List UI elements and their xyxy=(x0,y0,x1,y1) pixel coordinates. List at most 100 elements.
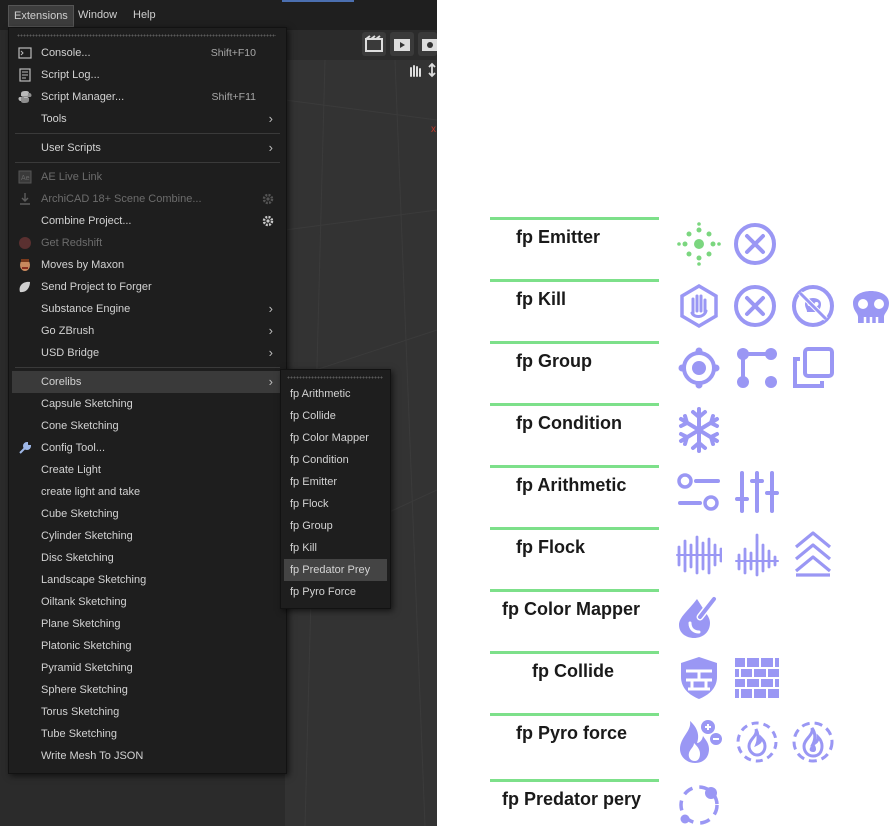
render-settings-button[interactable] xyxy=(418,32,437,56)
menu-tearoff-grip[interactable] xyxy=(287,376,383,379)
gear-icon[interactable] xyxy=(261,192,275,206)
menu-item-label: Moves by Maxon xyxy=(41,259,125,271)
menu-item-archicad-combine[interactable]: ArchiCAD 18+ Scene Combine... xyxy=(9,188,286,210)
menu-separator xyxy=(15,133,280,134)
menu-item-ae-live-link[interactable]: Ae AE Live Link xyxy=(9,166,286,188)
submenu-item-fp-collide[interactable]: fp Collide xyxy=(284,405,387,427)
menu-item-moves-by-maxon[interactable]: Moves by Maxon xyxy=(9,254,286,276)
menu-item-combine-project[interactable]: Combine Project... xyxy=(9,210,286,232)
submenu-item-fp-color-mapper[interactable]: fp Color Mapper xyxy=(284,427,387,449)
submenu-item-fp-group[interactable]: fp Group xyxy=(284,515,387,537)
menu-item-label: Send Project to Forger xyxy=(41,281,152,293)
menu-item-substance-engine[interactable]: Substance Engine › xyxy=(9,298,286,320)
submenu-item-fp-kill[interactable]: fp Kill xyxy=(284,537,387,559)
menu-item-label: Go ZBrush xyxy=(41,325,95,337)
menu-item-label: Disc Sketching xyxy=(41,552,114,564)
submenu-item-fp-flock[interactable]: fp Flock xyxy=(284,493,387,515)
submenu-item-fp-emitter[interactable]: fp Emitter xyxy=(284,471,387,493)
legend-label: fp Collide xyxy=(532,661,614,681)
menu-item-console[interactable]: Console... Shift+F10 xyxy=(9,42,286,64)
menu-item-label: Create Light xyxy=(41,464,101,476)
extensions-menu: Console... Shift+F10 Script Log... Scrip… xyxy=(8,27,287,774)
menu-item-label: Config Tool... xyxy=(41,442,106,454)
clapper-gear-icon xyxy=(422,39,437,51)
submenu-item-fp-condition[interactable]: fp Condition xyxy=(284,449,387,471)
menu-item-get-redshift[interactable]: Get Redshift xyxy=(9,232,286,254)
legend-row-collide: fp Collide xyxy=(490,651,896,713)
menu-item-label: User Scripts xyxy=(41,142,101,154)
menu-item-config-tool[interactable]: Config Tool... xyxy=(9,437,286,459)
moves-face-icon xyxy=(20,259,30,271)
redshift-icon xyxy=(19,237,31,249)
legend-row-pyro-force: fp Pyro force xyxy=(490,713,896,775)
svg-text:Ae: Ae xyxy=(21,175,30,182)
menu-tearoff-grip[interactable] xyxy=(17,34,276,37)
menu-item-label: Plane Sketching xyxy=(41,618,121,630)
menu-item-send-to-forger[interactable]: Send Project to Forger xyxy=(9,276,286,298)
legend-label: fp Condition xyxy=(516,413,622,433)
pan-move-icons[interactable] xyxy=(406,62,436,78)
menu-item-cone-sketching[interactable]: Cone Sketching xyxy=(9,415,286,437)
wrench-icon xyxy=(19,441,32,454)
flame-dashed-icon xyxy=(736,721,778,763)
menu-item-label: Platonic Sketching xyxy=(41,640,132,652)
legend-label: fp Emitter xyxy=(516,227,601,247)
submenu-item-fp-predator-prey[interactable]: fp Predator Prey xyxy=(284,559,387,581)
menu-item-usd-bridge[interactable]: USD Bridge › xyxy=(9,342,286,364)
legend-row-group: fp Group xyxy=(490,341,896,403)
menu-item-capsule-sketching[interactable]: Capsule Sketching xyxy=(9,393,286,415)
menu-separator xyxy=(15,367,280,368)
menu-item-corelibs[interactable]: Corelibs › xyxy=(12,371,283,393)
menu-item-create-light[interactable]: Create Light xyxy=(9,459,286,481)
menu-item-oiltank-sketching[interactable]: Oiltank Sketching xyxy=(9,591,286,613)
flame-dashed-ring-icon xyxy=(792,721,834,763)
snowflake-icon xyxy=(679,407,719,453)
menu-item-tube-sketching[interactable]: Tube Sketching xyxy=(9,723,286,745)
submenu-item-fp-arithmetic[interactable]: fp Arithmetic xyxy=(284,383,387,405)
menu-item-cylinder-sketching[interactable]: Cylinder Sketching xyxy=(9,525,286,547)
menu-item-pyramid-sketching[interactable]: Pyramid Sketching xyxy=(9,657,286,679)
legend-divider xyxy=(490,713,659,716)
legend-divider xyxy=(490,341,659,344)
menu-item-script-manager[interactable]: Script Manager... Shift+F11 xyxy=(9,86,286,108)
menu-item-platonic-sketching[interactable]: Platonic Sketching xyxy=(9,635,286,657)
menu-item-plane-sketching[interactable]: Plane Sketching xyxy=(9,613,286,635)
submenu-item-fp-pyro-force[interactable]: fp Pyro Force xyxy=(284,581,387,603)
gear-icon[interactable] xyxy=(261,214,275,228)
menu-item-user-scripts[interactable]: User Scripts › xyxy=(9,137,286,159)
skull-icon xyxy=(853,291,889,323)
menu-item-tools[interactable]: Tools › xyxy=(9,108,286,130)
menu-item-create-light-and-take[interactable]: create light and take xyxy=(9,481,286,503)
corelibs-submenu: fp Arithmetic fp Collide fp Color Mapper… xyxy=(280,369,391,609)
menu-item-cube-sketching[interactable]: Cube Sketching xyxy=(9,503,286,525)
menu-item-landscape-sketching[interactable]: Landscape Sketching xyxy=(9,569,286,591)
menu-item-label: create light and take xyxy=(41,486,141,498)
menu-item-torus-sketching[interactable]: Torus Sketching xyxy=(9,701,286,723)
console-icon xyxy=(18,47,32,59)
legend-divider xyxy=(490,465,659,468)
chevron-right-icon: › xyxy=(268,111,273,126)
clapper-icon xyxy=(365,35,383,52)
menu-item-write-mesh-json[interactable]: Write Mesh To JSON xyxy=(9,745,286,767)
clapper-play-icon xyxy=(394,39,410,51)
menu-item-label: Substance Engine xyxy=(41,303,131,315)
particle-burst-icon xyxy=(677,222,721,266)
legend-row-color-mapper: fp Color Mapper xyxy=(490,589,896,651)
menu-window[interactable]: Window xyxy=(73,5,122,25)
menu-item-sphere-sketching[interactable]: Sphere Sketching xyxy=(9,679,286,701)
render-button[interactable] xyxy=(390,32,414,56)
circle-x-icon xyxy=(734,285,776,327)
legend-label: fp Pyro force xyxy=(516,723,628,743)
menu-item-script-log[interactable]: Script Log... xyxy=(9,64,286,86)
menu-extensions[interactable]: Extensions xyxy=(8,5,74,27)
legend-divider xyxy=(490,403,659,406)
menu-item-label: Combine Project... xyxy=(41,215,132,227)
menu-item-go-zbrush[interactable]: Go ZBrush › xyxy=(9,320,286,342)
menu-item-disc-sketching[interactable]: Disc Sketching xyxy=(9,547,286,569)
menu-item-label: Cube Sketching xyxy=(41,508,119,520)
menu-item-label: Capsule Sketching xyxy=(41,398,133,410)
legend-divider xyxy=(490,651,659,654)
render-view-button[interactable] xyxy=(362,32,386,56)
menu-item-label: Torus Sketching xyxy=(41,706,120,718)
menu-help[interactable]: Help xyxy=(128,5,161,25)
